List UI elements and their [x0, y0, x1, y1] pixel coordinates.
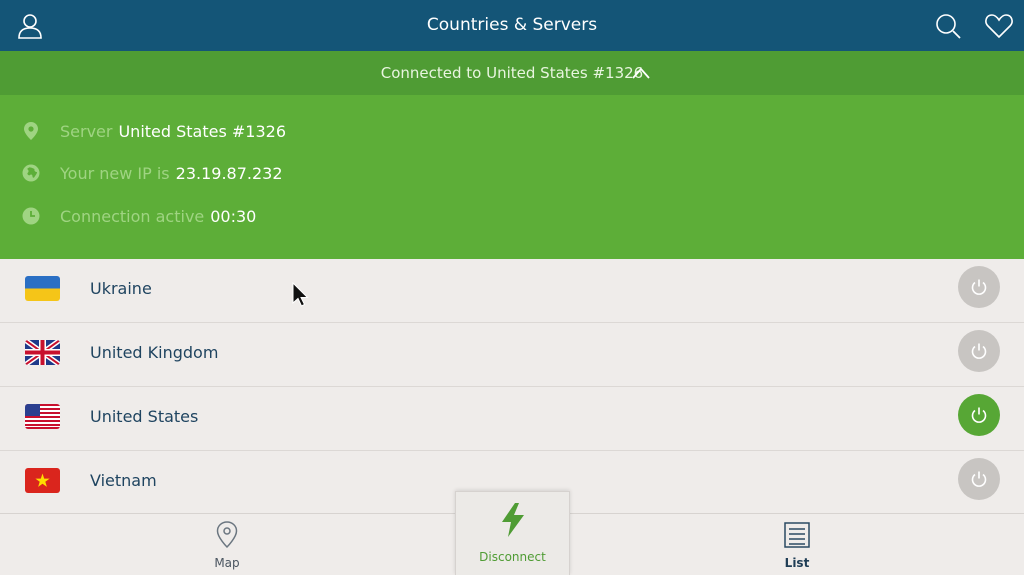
clock-icon [20, 205, 42, 227]
country-row-united-kingdom[interactable]: United Kingdom [0, 323, 1024, 387]
power-icon[interactable] [958, 266, 1000, 308]
server-row: Server United States #1326 [20, 119, 286, 143]
connection-banner-text: Connected to United States #1326 [380, 64, 644, 82]
tab-map[interactable]: Map [167, 514, 287, 575]
ip-label: Your new IP is [60, 163, 170, 183]
country-name: Vietnam [90, 471, 157, 490]
country-name: United Kingdom [90, 343, 219, 362]
tab-list[interactable]: List [737, 514, 857, 575]
ip-value: 23.19.87.232 [175, 163, 283, 183]
chevron-up-icon[interactable] [630, 63, 652, 83]
country-row-united-states[interactable]: United States [0, 387, 1024, 451]
server-label: Server [60, 121, 113, 141]
country-list: Ukraine United Kingdom United States Vie… [0, 259, 1024, 515]
us-flag-icon [25, 404, 60, 429]
location-pin-icon [20, 120, 42, 142]
mouse-cursor-icon [291, 281, 309, 308]
ip-row: Your new IP is 23.19.87.232 [20, 161, 283, 185]
connection-banner[interactable]: Connected to United States #1326 [0, 51, 1024, 95]
ukraine-flag-icon [25, 276, 60, 301]
list-icon [784, 520, 810, 550]
globe-icon [20, 162, 42, 184]
top-bar: Countries & Servers [0, 0, 1024, 51]
country-row-ukraine[interactable]: Ukraine [0, 259, 1024, 323]
lightning-icon [497, 502, 529, 538]
power-icon[interactable] [958, 458, 1000, 500]
power-icon[interactable] [958, 394, 1000, 436]
country-name: United States [90, 407, 199, 426]
connection-details-panel: Server United States #1326 Your new IP i… [0, 95, 1024, 259]
disconnect-label: Disconnect [479, 550, 546, 564]
disconnect-button[interactable]: Disconnect [455, 491, 570, 575]
search-icon[interactable] [932, 10, 964, 42]
tab-map-label: Map [214, 556, 240, 570]
vietnam-flag-icon [25, 468, 60, 493]
map-pin-icon [214, 520, 240, 550]
uk-flag-icon [25, 340, 60, 365]
connection-active-value: 00:30 [210, 206, 257, 226]
server-value: United States #1326 [118, 121, 287, 141]
connection-time-row: Connection active 00:30 [20, 204, 256, 228]
country-name: Ukraine [90, 279, 152, 298]
connection-active-label: Connection active [60, 206, 205, 226]
page-title: Countries & Servers [426, 15, 598, 35]
heart-icon[interactable] [983, 10, 1015, 42]
power-icon[interactable] [958, 330, 1000, 372]
tab-list-label: List [784, 556, 810, 570]
